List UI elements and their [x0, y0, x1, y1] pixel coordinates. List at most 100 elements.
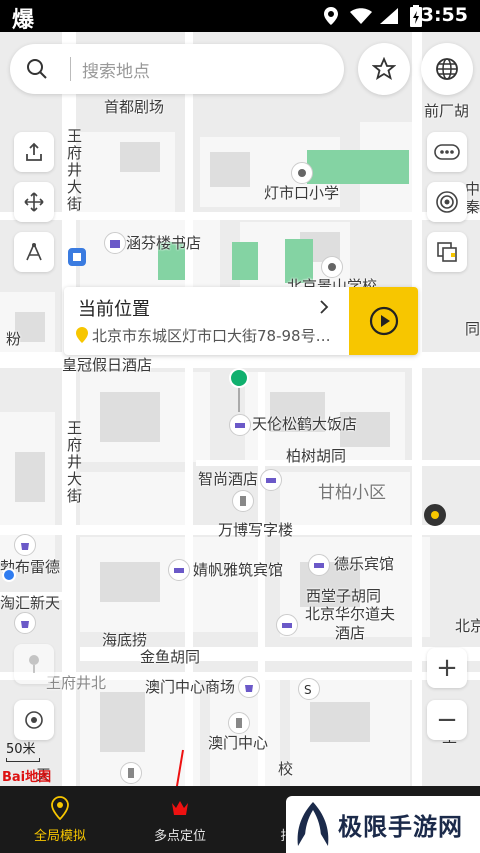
zoom-in-label: + [436, 653, 458, 683]
favorite-button[interactable] [358, 43, 410, 95]
poi-school-icon[interactable] [321, 256, 343, 278]
map-label: 万博写字楼 [218, 521, 294, 539]
move-button[interactable] [14, 182, 54, 222]
popup-title: 当前位置 [78, 299, 150, 320]
zoom-out-button[interactable]: − [427, 700, 467, 740]
search-input[interactable]: 搜索地点 [82, 57, 150, 82]
map-label: 灯市口小学 [264, 184, 340, 202]
start-simulation-button[interactable] [349, 287, 418, 355]
search-icon [27, 59, 47, 79]
poi-school-icon[interactable] [291, 162, 313, 184]
poi-shop-icon[interactable] [14, 612, 36, 634]
map-label: 婧帆雅筑宾馆 [193, 561, 284, 579]
map-label: 首都剧场 [104, 98, 165, 116]
poi-hotel-icon[interactable] [276, 614, 298, 636]
clock: 3:55 [420, 4, 468, 26]
compass-button[interactable] [14, 232, 54, 272]
map-scale: 50米 [6, 738, 40, 762]
map-label: 天伦松鹤大饭店 [252, 415, 358, 433]
poi-bank-icon[interactable]: S [298, 678, 320, 700]
map-view[interactable]: 首都剧场 前厂胡 王府井大街 灯市口小学 涵芬楼书店 北京景山学校 中 秦 同 … [0, 32, 480, 786]
map-label: 北京 [455, 617, 480, 635]
search-bar[interactable]: 搜索地点 [10, 44, 344, 94]
map-label: 澳门中心 [208, 734, 269, 752]
layers-icon [437, 242, 457, 262]
map-label: 北京华尔道夫酒店 [304, 605, 395, 642]
mobile-signal-icon [380, 8, 398, 24]
map-label: 甘柏小区 [318, 483, 386, 503]
zoom-out-label: − [436, 705, 458, 735]
play-icon [369, 306, 398, 336]
map-label: 皇冠假日酒店 [62, 356, 153, 374]
layers-button[interactable] [427, 232, 467, 272]
poi-restaurant-icon[interactable] [424, 504, 446, 526]
map-label: 德乐宾馆 [334, 555, 395, 573]
map-label: 柏树胡同 [286, 447, 347, 465]
scale-bar [6, 758, 40, 762]
tab-global-simulate[interactable]: 全局模拟 [20, 786, 100, 853]
poi-hotel-icon[interactable] [229, 414, 251, 436]
map-label: 西堂子胡同 [306, 587, 382, 605]
chevron-right-icon[interactable] [318, 299, 330, 315]
poi-building-icon[interactable] [232, 490, 254, 512]
broadcast-icon [436, 191, 458, 213]
my-location-dot [2, 568, 16, 582]
poi-shop-icon[interactable] [14, 534, 36, 556]
signal-button[interactable] [427, 182, 467, 222]
baidu-map-logo: Bai地图 [2, 770, 52, 785]
status-bar: 爆 3:55 [0, 0, 480, 33]
poi-hotel-icon[interactable] [168, 559, 190, 581]
street-view-button[interactable] [14, 644, 54, 684]
wifi-icon [350, 8, 372, 24]
map-label: 同 [465, 320, 480, 338]
poi-shop-icon[interactable] [238, 676, 260, 698]
map-label: 涵芬楼书店 [126, 234, 202, 252]
scale-label: 50米 [6, 742, 36, 757]
watermark-text: 极限手游网 [338, 813, 463, 841]
map-label: 澳门中心商场 [145, 678, 236, 696]
app-notification-glyph: 爆 [12, 8, 35, 33]
watermark: 极限手游网 [286, 796, 480, 853]
more-button[interactable] [427, 132, 467, 172]
popup-address: 北京市东城区灯市口大街78-98号… [92, 327, 331, 345]
poi-building-icon[interactable] [228, 712, 250, 734]
map-label: 前厂胡 [424, 102, 470, 120]
current-location-popup[interactable]: 当前位置 北京市东城区灯市口大街78-98号… [64, 287, 418, 355]
map-label: 金鱼胡同 [140, 648, 201, 666]
globe-icon [436, 58, 458, 80]
move-arrows-icon [24, 192, 44, 212]
map-label: 淘汇新天 [0, 594, 61, 612]
watermark-logo-icon [297, 802, 329, 846]
map-label: 王府井北 [46, 674, 107, 692]
location-icon [324, 7, 338, 25]
tab-label: 全局模拟 [33, 829, 86, 844]
crosshair-icon [25, 711, 43, 729]
tab-label: 多点定位 [153, 829, 206, 844]
globe-button[interactable] [421, 43, 473, 95]
current-location-marker[interactable] [228, 368, 250, 414]
map-label: 秦 [465, 198, 480, 216]
location-pin-icon [76, 327, 88, 343]
pin-icon [29, 655, 39, 673]
tab-multi-point[interactable]: 多点定位 [140, 786, 220, 853]
poi-bookstore-icon[interactable] [104, 232, 126, 254]
location-pin-icon [51, 796, 69, 820]
poi-hotel-icon[interactable] [260, 469, 282, 491]
compass-icon [26, 243, 42, 261]
crown-icon [172, 801, 188, 815]
poi-building-icon[interactable] [120, 762, 142, 784]
more-dots-icon [434, 144, 460, 160]
upload-icon [26, 142, 42, 161]
search-divider [70, 57, 71, 81]
poi-hotel-icon[interactable] [308, 554, 330, 576]
map-label: 王府井大街 [65, 128, 83, 213]
map-label: 校 [278, 760, 294, 778]
share-button[interactable] [14, 132, 54, 172]
locate-button[interactable] [14, 700, 54, 740]
bus-stop-icon[interactable] [68, 248, 86, 266]
map-label: 智尚酒店 [198, 470, 259, 488]
svg-text:S: S [304, 683, 312, 695]
map-label: 王府井大街 [65, 420, 83, 505]
zoom-in-button[interactable]: + [427, 648, 467, 688]
star-icon [372, 57, 396, 80]
